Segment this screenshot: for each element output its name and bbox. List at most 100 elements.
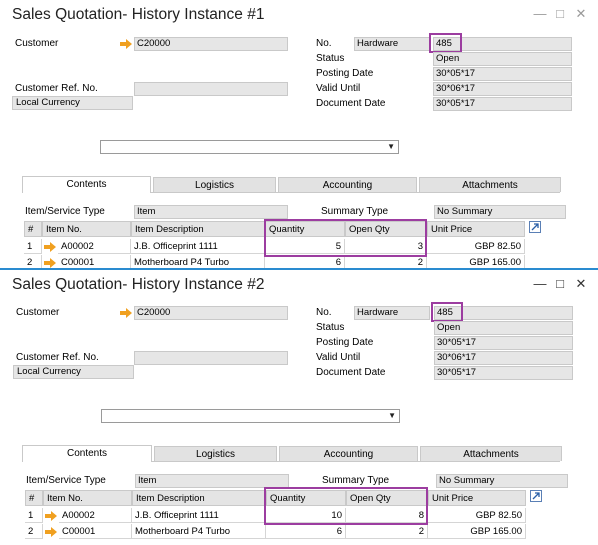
col-header-open-qty[interactable]: Open Qty	[345, 221, 427, 237]
col-header-number[interactable]: #	[25, 490, 43, 506]
expand-icon[interactable]	[529, 221, 541, 233]
close-icon[interactable]: ✕	[573, 276, 589, 292]
doc-number-field[interactable]: 485	[434, 306, 573, 320]
history-window-2: Sales Quotation- History Instance #2 — □…	[0, 270, 598, 545]
no-label: No.	[316, 307, 332, 318]
col-header-item-no[interactable]: Item No.	[43, 490, 132, 506]
valid-until-field[interactable]: 30*06*17	[434, 351, 573, 365]
row-2-item-no[interactable]: C00001	[58, 255, 131, 269]
row-1-number: 1	[25, 508, 43, 523]
row-1-open-qty[interactable]: 3	[345, 239, 427, 254]
summary-type-field[interactable]: No Summary	[436, 474, 568, 488]
row-2-unit-price[interactable]: GBP 165.00	[428, 524, 526, 539]
status-label: Status	[316, 53, 345, 64]
valid-until-field[interactable]: 30*06*17	[433, 82, 572, 96]
posting-date-label: Posting Date	[316, 68, 374, 79]
row-2-number: 2	[25, 524, 43, 539]
item-type-field[interactable]: Item	[134, 205, 288, 219]
col-header-item-no[interactable]: Item No.	[42, 221, 131, 237]
row-1-unit-price[interactable]: GBP 82.50	[427, 239, 525, 254]
customer-ref-field[interactable]	[134, 351, 288, 365]
row-2-open-qty[interactable]: 2	[346, 524, 428, 539]
minimize-icon[interactable]: —	[532, 6, 548, 22]
customer-field[interactable]: C20000	[134, 306, 288, 320]
row-2-quantity[interactable]: 6	[266, 524, 346, 539]
series-field[interactable]: Hardware	[354, 37, 430, 51]
customer-ref-label: Customer Ref. No.	[15, 83, 98, 94]
dropdown-select[interactable]: ▼	[101, 409, 400, 423]
document-date-label: Document Date	[316, 367, 386, 378]
summary-type-label: Summary Type	[322, 475, 390, 486]
summary-type-label: Summary Type	[321, 206, 389, 217]
currency-field[interactable]: Local Currency	[13, 365, 134, 379]
maximize-icon[interactable]: □	[552, 6, 568, 22]
row-2-quantity[interactable]: 6	[265, 255, 345, 269]
row-1-open-qty[interactable]: 8	[346, 508, 428, 523]
col-header-description[interactable]: Item Description	[131, 221, 265, 237]
col-header-quantity[interactable]: Quantity	[266, 490, 346, 506]
row-2-description[interactable]: Motherboard P4 Turbo	[132, 524, 266, 539]
row-2-open-qty[interactable]: 2	[345, 255, 427, 269]
history-window-1: Sales Quotation- History Instance #1 — □…	[0, 0, 598, 269]
document-date-label: Document Date	[316, 98, 386, 109]
col-header-open-qty[interactable]: Open Qty	[346, 490, 428, 506]
row-2-description[interactable]: Motherboard P4 Turbo	[131, 255, 265, 269]
col-header-unit-price[interactable]: Unit Price	[428, 490, 526, 506]
summary-type-field[interactable]: No Summary	[434, 205, 566, 219]
posting-date-label: Posting Date	[316, 337, 374, 348]
valid-until-label: Valid Until	[316, 352, 361, 363]
posting-date-field[interactable]: 30*05*17	[433, 67, 572, 81]
document-date-field[interactable]: 30*05*17	[433, 97, 572, 111]
row-2-unit-price[interactable]: GBP 165.00	[427, 255, 525, 269]
chevron-down-icon: ▼	[388, 411, 396, 420]
col-header-unit-price[interactable]: Unit Price	[427, 221, 525, 237]
posting-date-field[interactable]: 30*05*17	[434, 336, 573, 350]
customer-label: Customer	[16, 307, 60, 318]
row-2-item-no[interactable]: C00001	[59, 524, 132, 539]
col-header-number[interactable]: #	[24, 221, 42, 237]
tab-contents[interactable]: Contents	[22, 445, 152, 462]
tab-attachments[interactable]: Attachments	[419, 177, 561, 192]
chevron-down-icon: ▼	[387, 142, 395, 151]
status-label: Status	[316, 322, 345, 333]
tab-logistics[interactable]: Logistics	[154, 446, 277, 461]
row-1-quantity[interactable]: 5	[265, 239, 345, 254]
status-field[interactable]: Open	[434, 321, 573, 335]
window-title: Sales Quotation- History Instance #2	[12, 276, 265, 293]
expand-icon[interactable]	[530, 490, 542, 502]
tab-accounting[interactable]: Accounting	[279, 446, 418, 461]
customer-label: Customer	[15, 38, 59, 49]
maximize-icon[interactable]: □	[552, 276, 568, 292]
col-header-description[interactable]: Item Description	[132, 490, 266, 506]
row-1-description[interactable]: J.B. Officeprint 1111	[131, 239, 265, 254]
tab-contents[interactable]: Contents	[22, 176, 151, 193]
col-header-quantity[interactable]: Quantity	[265, 221, 345, 237]
tab-accounting[interactable]: Accounting	[278, 177, 417, 192]
item-type-label: Item/Service Type	[25, 206, 105, 217]
minimize-icon[interactable]: —	[532, 276, 548, 292]
tab-logistics[interactable]: Logistics	[153, 177, 276, 192]
item-type-field[interactable]: Item	[135, 474, 289, 488]
currency-field[interactable]: Local Currency	[12, 96, 133, 110]
tab-attachments[interactable]: Attachments	[420, 446, 562, 461]
row-2-number: 2	[24, 255, 42, 269]
document-date-field[interactable]: 30*05*17	[434, 366, 573, 380]
dropdown-select[interactable]: ▼	[100, 140, 399, 154]
row-1-number: 1	[24, 239, 42, 254]
item-type-label: Item/Service Type	[26, 475, 106, 486]
valid-until-label: Valid Until	[316, 83, 361, 94]
row-1-item-no[interactable]: A00002	[59, 508, 132, 523]
doc-number-field[interactable]: 485	[433, 37, 572, 51]
customer-field[interactable]: C20000	[134, 37, 288, 51]
row-1-quantity[interactable]: 10	[266, 508, 346, 523]
customer-ref-field[interactable]	[134, 82, 288, 96]
row-1-description[interactable]: J.B. Officeprint 1111	[132, 508, 266, 523]
customer-ref-label: Customer Ref. No.	[16, 352, 99, 363]
close-icon[interactable]: ✕	[573, 6, 589, 22]
row-1-unit-price[interactable]: GBP 82.50	[428, 508, 526, 523]
series-field[interactable]: Hardware	[354, 306, 430, 320]
row-1-item-no[interactable]: A00002	[58, 239, 131, 254]
status-field[interactable]: Open	[433, 52, 572, 66]
window-title: Sales Quotation- History Instance #1	[12, 6, 265, 23]
no-label: No.	[316, 38, 332, 49]
